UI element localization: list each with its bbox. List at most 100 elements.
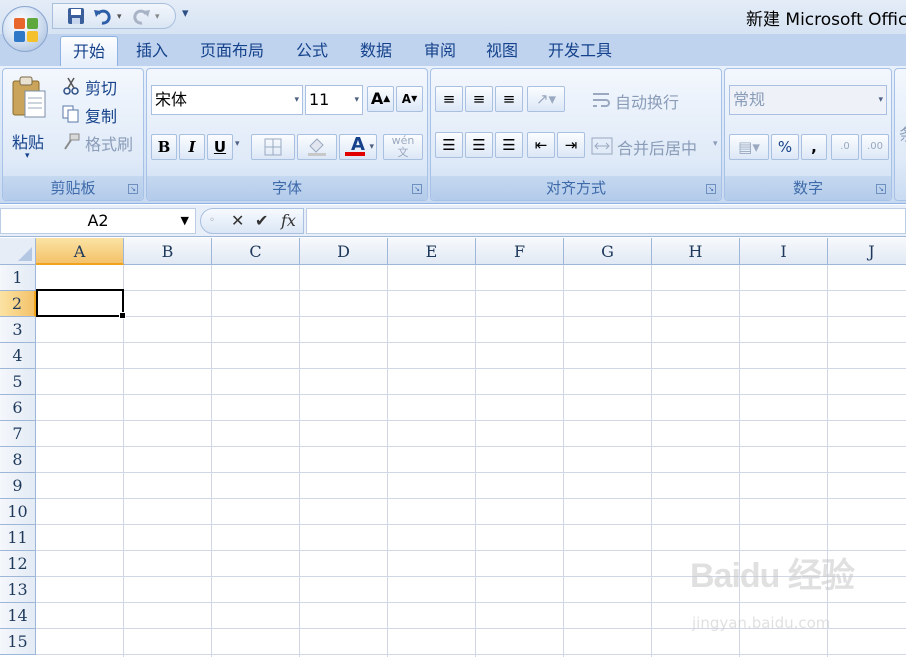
font-size-select[interactable]: 11 ▾ bbox=[305, 85, 363, 115]
number-launcher-icon[interactable]: ↘ bbox=[876, 184, 886, 194]
confirm-entry-icon[interactable]: ✔ bbox=[255, 209, 268, 233]
row-header-10[interactable]: 10 bbox=[0, 499, 36, 525]
cut-label: 剪切 bbox=[85, 79, 118, 98]
redo-dropdown-icon[interactable]: ▾ bbox=[155, 7, 160, 27]
decrease-decimal-button[interactable]: .00 bbox=[861, 134, 889, 160]
column-header-g[interactable]: G bbox=[564, 238, 652, 265]
borders-button[interactable] bbox=[251, 134, 295, 160]
accounting-format-button[interactable]: ▤▾ bbox=[729, 134, 769, 160]
save-icon[interactable] bbox=[67, 7, 85, 27]
phonetic-guide-glyph: 文 bbox=[397, 146, 409, 159]
paste-label: 粘贴 bbox=[12, 133, 45, 152]
column-header-a[interactable]: A bbox=[36, 238, 124, 265]
row-header-6[interactable]: 6 bbox=[0, 395, 36, 421]
undo-icon[interactable] bbox=[93, 7, 113, 27]
chevron-down-icon[interactable]: ▼ bbox=[181, 209, 189, 233]
align-right-button[interactable]: ☰ bbox=[495, 132, 523, 158]
align-middle-button[interactable]: ≡ bbox=[465, 86, 493, 112]
underline-button[interactable]: U bbox=[207, 134, 233, 160]
orientation-button[interactable]: ↗▾ bbox=[527, 86, 565, 112]
office-button[interactable] bbox=[2, 6, 48, 52]
font-launcher-icon[interactable]: ↘ bbox=[412, 184, 422, 194]
tab-developer[interactable]: 开发工具 bbox=[536, 36, 624, 66]
comma-style-button[interactable]: , bbox=[801, 134, 827, 160]
tab-data[interactable]: 数据 bbox=[348, 36, 404, 66]
row-header-2[interactable]: 2 bbox=[0, 291, 36, 317]
tab-home[interactable]: 开始 bbox=[60, 36, 118, 66]
alignment-launcher-icon[interactable]: ↘ bbox=[706, 184, 716, 194]
font-color-button[interactable]: A ▾ bbox=[339, 134, 377, 160]
scissors-icon bbox=[63, 77, 79, 95]
number-format-select[interactable]: 常规 ▾ bbox=[729, 85, 887, 115]
align-center-button[interactable]: ☰ bbox=[465, 132, 493, 158]
row-header-7[interactable]: 7 bbox=[0, 421, 36, 447]
active-cell[interactable] bbox=[36, 289, 126, 319]
number-group: 常规 ▾ ▤▾ % , .0 .00 数字 ↘ bbox=[724, 68, 892, 201]
align-top-button[interactable]: ≡ bbox=[435, 86, 463, 112]
row-header-14[interactable]: 14 bbox=[0, 603, 36, 629]
row-header-11[interactable]: 11 bbox=[0, 525, 36, 551]
align-left-button[interactable]: ☰ bbox=[435, 132, 463, 158]
formula-input[interactable] bbox=[306, 208, 906, 234]
customize-qat-icon[interactable]: ▾ bbox=[182, 6, 189, 21]
redo-icon[interactable] bbox=[131, 7, 151, 27]
align-bottom-button[interactable]: ≡ bbox=[495, 86, 523, 112]
column-header-f[interactable]: F bbox=[476, 238, 564, 265]
row-header-13[interactable]: 13 bbox=[0, 577, 36, 603]
font-name-select[interactable]: 宋体 ▾ bbox=[151, 85, 303, 115]
bold-button[interactable]: B bbox=[151, 134, 177, 160]
wrap-text-button[interactable]: 自动换行 bbox=[591, 87, 721, 113]
column-header-j[interactable]: J bbox=[828, 238, 906, 265]
row-gridline bbox=[36, 446, 906, 447]
phonetic-guide-button[interactable]: wén 文 bbox=[383, 134, 423, 160]
column-header-e[interactable]: E bbox=[388, 238, 476, 265]
column-header-h[interactable]: H bbox=[652, 238, 740, 265]
paste-dropdown-icon: ▾ bbox=[25, 151, 30, 161]
undo-dropdown-icon[interactable]: ▾ bbox=[117, 7, 122, 27]
column-header-d[interactable]: D bbox=[300, 238, 388, 265]
alignment-group-label: 对齐方式 bbox=[431, 176, 721, 200]
row-header-1[interactable]: 1 bbox=[0, 265, 36, 291]
tab-view[interactable]: 视图 bbox=[474, 36, 530, 66]
decrease-font-button[interactable]: A▼ bbox=[396, 86, 423, 112]
tab-review[interactable]: 审阅 bbox=[412, 36, 468, 66]
cut-button[interactable]: 剪切 bbox=[61, 75, 141, 98]
increase-indent-button[interactable]: ⇥ bbox=[557, 132, 585, 158]
select-all-button[interactable] bbox=[0, 238, 36, 265]
clipboard-launcher-icon[interactable]: ↘ bbox=[128, 184, 138, 194]
align-middle-icon: ≡ bbox=[472, 90, 486, 108]
column-header-i[interactable]: I bbox=[740, 238, 828, 265]
paste-button[interactable]: 粘贴 ▾ bbox=[9, 73, 49, 163]
copy-button[interactable]: 复制 bbox=[61, 103, 141, 126]
baidu-watermark: Baidu 经验 jingyan.baidu.com bbox=[690, 548, 860, 638]
copy-icon bbox=[62, 105, 79, 123]
row-header-3[interactable]: 3 bbox=[0, 317, 36, 343]
name-box[interactable]: A2 ▼ bbox=[0, 208, 196, 234]
increase-decimal-button[interactable]: .0 bbox=[831, 134, 859, 160]
row-header-9[interactable]: 9 bbox=[0, 473, 36, 499]
column-header-c[interactable]: C bbox=[212, 238, 300, 265]
merge-center-button[interactable]: 合并后居中 ▾ bbox=[591, 133, 721, 159]
font-group-label: 字体 bbox=[147, 176, 427, 200]
percent-button[interactable]: % bbox=[771, 134, 799, 160]
decrease-indent-button[interactable]: ⇤ bbox=[527, 132, 555, 158]
tab-page-layout[interactable]: 页面布局 bbox=[188, 36, 276, 66]
increase-font-button[interactable]: A▲ bbox=[367, 86, 394, 112]
fill-color-button[interactable] bbox=[297, 134, 337, 160]
cancel-entry-icon[interactable]: ✕ bbox=[231, 209, 244, 233]
insert-function-icon[interactable]: fx bbox=[281, 209, 296, 233]
row-header-15[interactable]: 15 bbox=[0, 629, 36, 655]
title-bar: ▾ ▾ ▾ 新建 Microsoft Offic bbox=[0, 0, 906, 34]
row-header-5[interactable]: 5 bbox=[0, 369, 36, 395]
italic-button[interactable]: I bbox=[179, 134, 205, 160]
row-header-4[interactable]: 4 bbox=[0, 343, 36, 369]
tab-insert[interactable]: 插入 bbox=[124, 36, 180, 66]
format-painter-button[interactable]: 格式刷 bbox=[61, 131, 141, 154]
column-header-b[interactable]: B bbox=[124, 238, 212, 265]
tab-formulas[interactable]: 公式 bbox=[284, 36, 340, 66]
underline-dropdown-icon[interactable]: ▾ bbox=[235, 139, 240, 149]
column-gridline bbox=[299, 265, 300, 657]
row-header-8[interactable]: 8 bbox=[0, 447, 36, 473]
chevron-down-icon: ▾ bbox=[878, 95, 883, 105]
row-header-12[interactable]: 12 bbox=[0, 551, 36, 577]
